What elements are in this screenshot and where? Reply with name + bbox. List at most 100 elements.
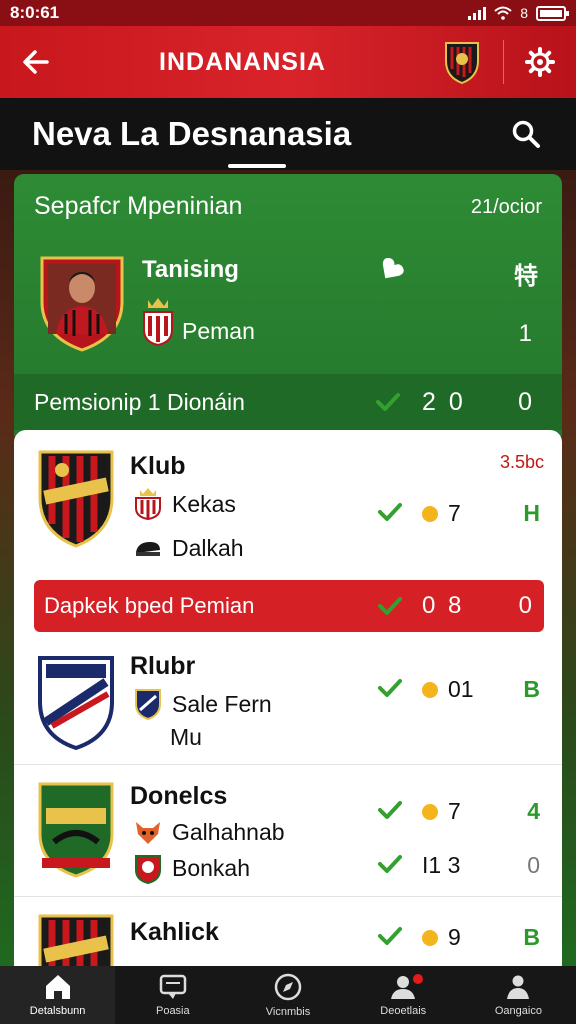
- profile-icon: [507, 975, 530, 999]
- nav-label: Detalsbunn: [29, 1005, 86, 1017]
- club-stat: 7: [422, 798, 461, 825]
- player-position: Peman: [182, 318, 255, 344]
- check-icon: [378, 597, 402, 615]
- club-right-value: B: [523, 676, 540, 702]
- nav-item-people[interactable]: Deoetlais: [346, 966, 461, 1024]
- team-badge-icon: [135, 488, 161, 520]
- club-right-value: B: [523, 924, 540, 950]
- back-button[interactable]: [0, 26, 72, 98]
- notification-badge: [412, 974, 423, 984]
- player-summary-card[interactable]: Sepafcr Mpeninian 21/ocior Tanising Pema…: [14, 174, 562, 436]
- club-crest-icon: [445, 42, 479, 85]
- tab-indicator: [228, 164, 286, 168]
- rating-dot-icon: [422, 681, 438, 698]
- bottom-navigation: Detalsbunn Poasia Vicnmbis Deoetlais Oan…: [0, 966, 576, 1024]
- app-title: INDANANSIA: [159, 47, 326, 76]
- club-subline-1: Galhahnab: [134, 816, 285, 848]
- club-crest-icon: [38, 782, 114, 878]
- search-icon: [512, 120, 540, 148]
- summary-stat-symbol: 特: [514, 263, 538, 290]
- wifi-icon: [494, 6, 512, 20]
- summary-title: Sepafcr Mpeninian: [34, 192, 243, 220]
- nav-item-chat[interactable]: Poasia: [115, 966, 230, 1024]
- club-right-secondary: 0: [527, 852, 540, 878]
- summary-footer-score: 2 0: [422, 387, 466, 416]
- club-subline-1-text: Kekas: [172, 490, 236, 517]
- club-crest-icon: [38, 914, 114, 970]
- status-icons: 8: [468, 5, 569, 21]
- rating-dot-icon: [422, 803, 438, 820]
- club-subline-2: Bonkah: [134, 852, 250, 884]
- club-stat-secondary: I1 3: [422, 852, 461, 878]
- club-crest-icon: [38, 656, 114, 751]
- check-icon: [378, 927, 402, 945]
- club-title: Klub: [130, 452, 186, 480]
- club-stat: 01: [422, 676, 474, 703]
- check-icon: [378, 855, 402, 873]
- list-item[interactable]: Rlubr Sale Fern Mu 01 B: [14, 636, 562, 764]
- club-stat-value: 9: [448, 924, 461, 950]
- rating-dot-icon: [422, 929, 438, 946]
- team-badge-icon: [143, 298, 173, 346]
- summary-footer: Pemsionip 1 Dionáin 2 0 0: [14, 374, 562, 430]
- highlight-banner[interactable]: Dapkek bped Pemian 0 8 0: [34, 580, 544, 632]
- row-divider: [14, 896, 562, 897]
- home-icon: [45, 975, 70, 999]
- check-icon: [378, 801, 402, 819]
- club-list: Klub 3.5bc Kekas Dalkah 7 H Dapkek bped …: [14, 430, 562, 970]
- favorite-heart-icon[interactable]: [378, 258, 404, 282]
- status-carrier-text: 8: [520, 5, 528, 21]
- cap-icon: [136, 542, 160, 556]
- club-crest-icon: [38, 450, 114, 548]
- club-subline-2-text: Mu: [170, 724, 202, 750]
- back-arrow-icon: [23, 50, 49, 74]
- summary-footer-right: 0: [518, 387, 532, 416]
- list-item[interactable]: Klub 3.5bc Kekas Dalkah 7 H: [14, 430, 562, 580]
- club-subline-2-text: Bonkah: [172, 854, 251, 881]
- club-subline-2: Mu: [170, 724, 202, 751]
- summary-footer-label: Pemsionip 1 Dionáin: [34, 388, 245, 415]
- nav-label: Oangaico: [494, 1005, 542, 1017]
- club-right-value: 4: [527, 798, 540, 824]
- club-stat: 9: [422, 924, 461, 951]
- nav-item-profile[interactable]: Oangaico: [461, 966, 576, 1024]
- signal-icon: [468, 6, 487, 20]
- status-time: 8:0:61: [10, 3, 60, 22]
- top-app-bar: INDANANSIA: [0, 26, 576, 98]
- sub-header: Neva La Desnanasia: [0, 98, 576, 170]
- club-subline-2-text: Dalkah: [172, 534, 244, 561]
- club-subline-1-text: Sale Fern: [172, 690, 272, 717]
- club-title: Kahlick: [130, 918, 219, 946]
- banner-score: 0 8: [422, 592, 465, 619]
- list-item[interactable]: Kahlick 9 B: [14, 902, 562, 970]
- player-name: Tanising: [142, 256, 239, 283]
- club-subline-1: Sale Fern: [134, 688, 272, 720]
- nav-item-home[interactable]: Detalsbunn: [0, 966, 116, 1024]
- team-badge-icon: [135, 855, 161, 884]
- summary-date: 21/ocior: [470, 196, 542, 218]
- search-button[interactable]: [506, 114, 546, 154]
- nav-label: Deoetlais: [380, 1005, 427, 1017]
- compass-icon: [274, 973, 302, 1001]
- rating-dot-icon: [422, 505, 438, 522]
- banner-right-value: 0: [518, 592, 532, 619]
- club-stat: 7: [422, 500, 461, 527]
- settings-button[interactable]: [522, 44, 558, 80]
- player-photo-crest: [40, 256, 124, 352]
- list-item[interactable]: Donelcs Galhahnab Bonkah 7 4 I1 3 0: [14, 770, 562, 896]
- chat-icon: [159, 974, 187, 999]
- nav-label: Vicnmbis: [265, 1006, 311, 1018]
- shield-icon: [135, 689, 161, 720]
- club-title: Donelcs: [130, 782, 228, 810]
- toolbar-divider: [503, 40, 504, 84]
- row-divider: [14, 764, 562, 765]
- nav-label: Poasia: [155, 1005, 190, 1017]
- page-title: Neva La Desnanasia: [32, 115, 352, 152]
- club-subline-2: Dalkah: [134, 532, 244, 564]
- summary-stat-value: 1: [518, 320, 532, 347]
- gear-icon: [525, 47, 555, 77]
- battery-icon: [536, 5, 569, 21]
- fox-icon: [136, 822, 160, 844]
- nav-item-explore[interactable]: Vicnmbis: [230, 966, 345, 1024]
- club-right-value: H: [523, 500, 540, 526]
